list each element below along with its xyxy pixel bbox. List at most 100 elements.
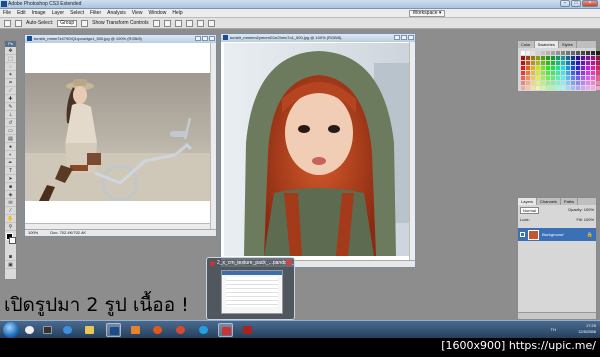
blend-mode-dropdown[interactable]: Normal (520, 207, 539, 214)
swatch-cell[interactable] (541, 61, 545, 65)
screen-mode-icon[interactable]: ▣ (5, 262, 16, 269)
swatch-cell[interactable] (581, 71, 585, 75)
swatch-cell[interactable] (581, 56, 585, 60)
swatch-cell[interactable] (536, 71, 540, 75)
swatch-cell[interactable] (536, 76, 540, 80)
lasso-tool[interactable]: ◌ (5, 64, 16, 71)
maximize-button[interactable]: □ (571, 0, 581, 7)
swatch-cell[interactable] (551, 76, 555, 80)
visibility-eye-icon[interactable] (520, 232, 525, 237)
swatch-cell[interactable] (536, 66, 540, 70)
swatch-cell[interactable] (566, 81, 570, 85)
swatch-cell[interactable] (566, 51, 570, 55)
swatch-cell[interactable] (521, 71, 525, 75)
swatch-cell[interactable] (526, 66, 530, 70)
align-middle-icon[interactable] (163, 19, 171, 27)
swatch-cell[interactable] (586, 86, 590, 90)
align-center-icon[interactable] (196, 19, 204, 27)
align-right-icon[interactable] (207, 19, 215, 27)
swatch-cell[interactable] (546, 86, 550, 90)
swatch-cell[interactable] (556, 56, 560, 60)
swatch-cell[interactable] (561, 51, 565, 55)
swatch-cell[interactable] (571, 51, 575, 55)
swatch-cell[interactable] (556, 61, 560, 65)
swatch-cell[interactable] (531, 56, 535, 60)
swatch-cell[interactable] (576, 76, 580, 80)
swatch-cell[interactable] (586, 76, 590, 80)
eraser-tool[interactable]: ▭ (5, 128, 16, 135)
swatch-cell[interactable] (566, 86, 570, 90)
swatch-cell[interactable] (576, 81, 580, 85)
path-select-tool[interactable]: ➤ (5, 176, 16, 183)
swatch-cell[interactable] (546, 71, 550, 75)
swatch-cell[interactable] (556, 66, 560, 70)
swatch-cell[interactable] (591, 61, 595, 65)
swatch-cell[interactable] (546, 66, 550, 70)
swatch-cell[interactable] (521, 76, 525, 80)
swatch-cell[interactable] (526, 81, 530, 85)
swatch-cell[interactable] (546, 81, 550, 85)
swatch-cell[interactable] (521, 86, 525, 90)
swatch-cell[interactable] (596, 51, 600, 55)
swatch-cell[interactable] (586, 61, 590, 65)
menu-view[interactable]: View (132, 10, 143, 16)
swatch-cell[interactable] (586, 66, 590, 70)
swatch-cell[interactable] (591, 56, 595, 60)
swatch-cell[interactable] (581, 86, 585, 90)
swatch-cell[interactable] (581, 81, 585, 85)
swatch-cell[interactable] (531, 76, 535, 80)
document-2-vertical-scrollbar[interactable] (409, 42, 415, 260)
swatch-cell[interactable] (536, 51, 540, 55)
swatch-cell[interactable] (566, 71, 570, 75)
marquee-tool[interactable]: ⬚ (5, 56, 16, 63)
swatch-cell[interactable] (551, 61, 555, 65)
swatch-cell[interactable] (576, 86, 580, 90)
swatch-cell[interactable] (526, 61, 530, 65)
pen-tool[interactable]: ✒ (5, 160, 16, 167)
swatch-cell[interactable] (571, 71, 575, 75)
taskbar-thumbnail-popup[interactable]: 2_x_cm_texture_pack_...pandora_... (206, 257, 295, 320)
swatch-cell[interactable] (541, 81, 545, 85)
taskbar-app2-icon[interactable] (240, 323, 255, 337)
toolbox-header[interactable]: Ps (5, 41, 16, 47)
swatch-cell[interactable] (526, 86, 530, 90)
tab-color[interactable]: Color (518, 41, 535, 48)
taskbar-mediaplayer-icon[interactable] (128, 323, 143, 337)
swatch-cell[interactable] (541, 86, 545, 90)
swatch-cell[interactable] (571, 56, 575, 60)
type-tool[interactable]: T (5, 168, 16, 175)
swatch-cell[interactable] (586, 71, 590, 75)
swatch-cell[interactable] (521, 61, 525, 65)
swatch-grid[interactable] (518, 48, 600, 93)
crop-tool[interactable]: ⌗ (5, 80, 16, 87)
3d-tool[interactable]: ◈ (5, 192, 16, 199)
swatch-cell[interactable] (521, 66, 525, 70)
swatch-cell[interactable] (526, 51, 530, 55)
start-button[interactable] (3, 322, 19, 338)
slice-tool[interactable]: ⟋ (5, 88, 16, 95)
swatch-cell[interactable] (596, 61, 600, 65)
swatch-cell[interactable] (531, 66, 535, 70)
move-tool[interactable]: ✥ (5, 48, 16, 55)
healing-tool[interactable]: ✚ (5, 96, 16, 103)
menu-edit[interactable]: Edit (17, 10, 26, 16)
swatch-cell[interactable] (521, 51, 525, 55)
swatch-cell[interactable] (526, 76, 530, 80)
tab-swatches[interactable]: Swatches (534, 41, 559, 48)
taskbar-ie-icon[interactable] (60, 323, 75, 337)
layer-name[interactable]: Background (542, 232, 563, 237)
menu-help[interactable]: Help (172, 10, 182, 16)
doc1-maximize-button[interactable] (202, 36, 208, 41)
taskbar-media-icon[interactable] (22, 323, 37, 337)
swatch-cell[interactable] (561, 81, 565, 85)
document-2-image[interactable] (224, 43, 410, 256)
doc2-close-button[interactable] (408, 35, 414, 40)
tab-styles[interactable]: Styles (559, 41, 577, 48)
swatch-cell[interactable] (576, 51, 580, 55)
menu-window[interactable]: Window (149, 10, 167, 16)
swatch-cell[interactable] (571, 66, 575, 70)
swatch-cell[interactable] (566, 56, 570, 60)
menu-file[interactable]: File (3, 10, 11, 16)
swatch-cell[interactable] (521, 56, 525, 60)
swatch-cell[interactable] (531, 51, 535, 55)
